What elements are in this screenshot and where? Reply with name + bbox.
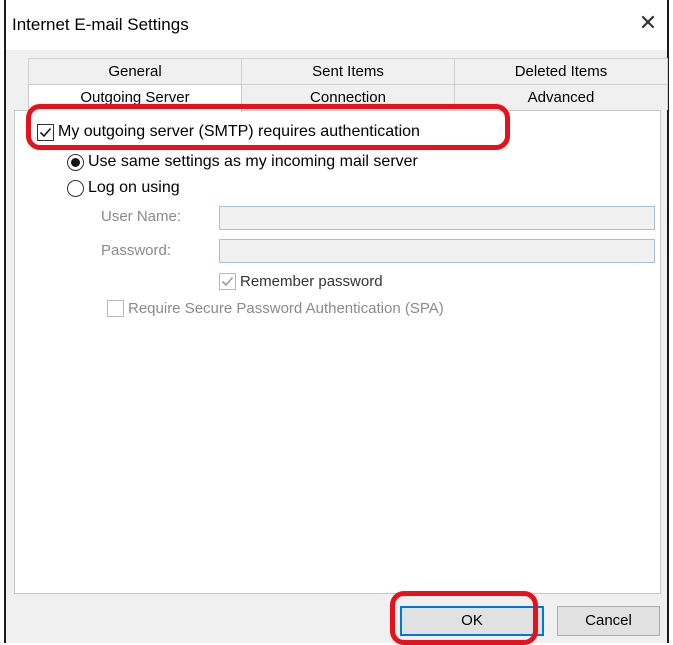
window-title: Internet E-mail Settings <box>12 15 189 34</box>
radio-selected-dot <box>71 157 80 167</box>
username-label-text: User Name: <box>101 208 182 225</box>
tab-outgoing-server-label: Outgoing Server <box>80 89 190 107</box>
tab-connection[interactable]: Connection <box>242 84 455 110</box>
tab-connection-label: Connection <box>310 89 386 106</box>
use-same-settings-radio[interactable] <box>67 153 84 171</box>
remember-password-row[interactable]: Remember password <box>219 273 383 290</box>
outgoing-server-panel: My outgoing server (SMTP) requires authe… <box>14 110 661 594</box>
tab-row-back: General Sent Items Deleted Items <box>28 58 668 84</box>
tab-deleted-items[interactable]: Deleted Items <box>455 58 668 84</box>
remember-password-checkbox[interactable] <box>219 273 236 290</box>
remember-password-label: Remember password <box>240 273 383 290</box>
username-label: User Name: <box>101 208 181 225</box>
checkmark-icon <box>39 127 52 137</box>
tab-outgoing-server[interactable]: Outgoing Server <box>28 84 242 112</box>
cancel-button[interactable]: Cancel <box>557 606 660 636</box>
tab-general[interactable]: General <box>28 58 242 84</box>
log-on-using-radio-row[interactable]: Log on using <box>67 179 180 197</box>
log-on-using-label: Log on using <box>88 179 180 196</box>
close-icon[interactable]: ✕ <box>635 10 661 36</box>
tab-deleted-items-label: Deleted Items <box>514 63 608 80</box>
spa-checkbox[interactable] <box>107 300 124 317</box>
tab-advanced-label: Advanced <box>527 89 595 106</box>
title-bar: Internet E-mail Settings ✕ <box>6 0 667 50</box>
password-label: Password: <box>101 242 171 259</box>
spa-label: Require Secure Password Authentication (… <box>128 300 444 317</box>
username-field[interactable] <box>219 206 655 230</box>
use-same-settings-label: Use same settings as my incoming mail se… <box>88 153 418 170</box>
spa-checkbox-row[interactable]: Require Secure Password Authentication (… <box>107 300 444 317</box>
smtp-auth-label: My outgoing server (SMTP) requires authe… <box>58 123 420 140</box>
smtp-auth-checkbox-row[interactable]: My outgoing server (SMTP) requires authe… <box>37 123 420 141</box>
smtp-auth-checkbox[interactable] <box>37 123 54 141</box>
log-on-using-radio[interactable] <box>67 179 84 197</box>
checkmark-icon <box>221 276 234 287</box>
tab-sent-items[interactable]: Sent Items <box>242 58 455 84</box>
use-same-settings-radio-row[interactable]: Use same settings as my incoming mail se… <box>67 153 418 171</box>
password-field[interactable] <box>219 239 655 263</box>
tab-general-label: General <box>108 63 162 80</box>
ok-button[interactable]: OK <box>400 606 544 636</box>
internet-email-settings-dialog: Internet E-mail Settings ✕ General Sent … <box>4 0 669 643</box>
tab-sent-items-label: Sent Items <box>312 63 384 80</box>
tab-advanced[interactable]: Advanced <box>455 84 668 110</box>
tab-row-front: Outgoing Server Connection Advanced <box>28 84 668 112</box>
password-label-text: Password: <box>101 242 172 259</box>
